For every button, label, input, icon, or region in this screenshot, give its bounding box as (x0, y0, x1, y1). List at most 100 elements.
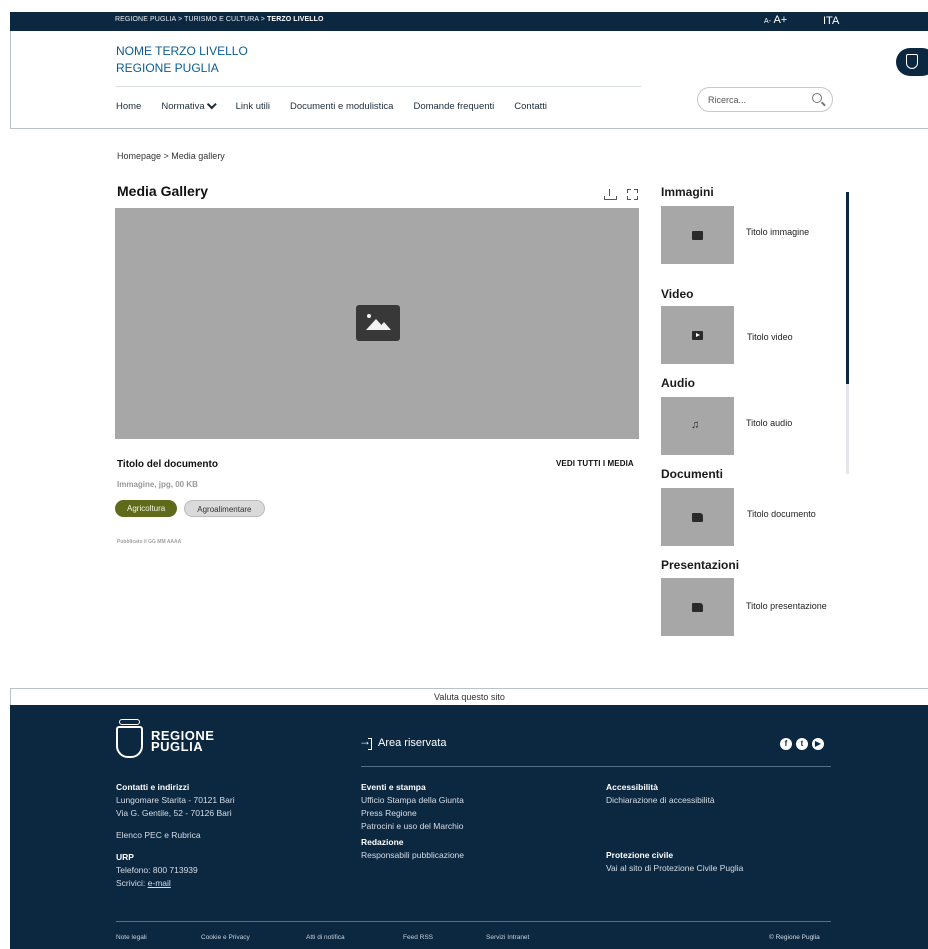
thumb-document[interactable] (661, 488, 734, 546)
legal-notes-link[interactable]: Note legali (116, 934, 147, 941)
footer-accessibility: Accessibilità Dichiarazione di accessibi… (606, 781, 743, 875)
tag-agroalimentare[interactable]: Agroalimentare (184, 500, 265, 517)
thumb-video[interactable] (661, 306, 734, 364)
font-decrease-button[interactable]: A- (764, 18, 771, 25)
thumb-image-label[interactable]: Titolo immagine (746, 227, 809, 237)
language-selector[interactable]: ITA (823, 15, 839, 27)
facebook-icon[interactable]: f (780, 738, 792, 750)
civil-protection-heading: Protezione civile (606, 850, 674, 860)
document-title: Titolo del documento (117, 459, 218, 470)
thumb-audio-label[interactable]: Titolo audio (746, 418, 792, 428)
site-name[interactable]: NOME TERZO LIVELLO REGIONE PUGLIA (116, 43, 248, 77)
address-line1: Lungomare Starita - 70121 Bari (116, 795, 235, 805)
site-name-line1: NOME TERZO LIVELLO (116, 44, 248, 58)
logo-text: REGIONE PUGLIA (151, 729, 214, 753)
urp-phone: Telefono: 800 713939 (116, 865, 198, 875)
tag-list: Agricoltura Agroalimentare (115, 500, 265, 517)
notification-acts-link[interactable]: Atti di notifica (306, 934, 345, 941)
shield-icon (116, 726, 143, 758)
site-header: NOME TERZO LIVELLO REGIONE PUGLIA Home N… (10, 31, 928, 129)
play-icon (692, 331, 703, 340)
fullscreen-icon[interactable] (627, 189, 638, 200)
accessibility-heading: Accessibilità (606, 782, 658, 792)
footer-contacts: Contatti e indirizzi Lungomare Starita -… (116, 781, 235, 890)
header-divider (116, 86, 641, 87)
chevron-down-icon (206, 99, 217, 110)
document-meta: Immagine, jpg, 00 KB (117, 480, 198, 489)
search-input[interactable]: Ricerca... (697, 87, 833, 112)
reserved-area-label: Area riservata (378, 737, 447, 749)
copyright: © Regione Puglia (769, 934, 820, 941)
document-icon (692, 513, 703, 522)
events-link-press-office[interactable]: Ufficio Stampa della Giunta (361, 794, 464, 807)
scrollbar-thumb[interactable] (846, 192, 849, 384)
email-link[interactable]: e-mail (148, 878, 171, 888)
image-placeholder-icon (356, 305, 400, 341)
thumb-document-label[interactable]: Titolo documento (747, 509, 816, 519)
nav-contatti[interactable]: Contatti (514, 101, 547, 112)
rss-feed-link[interactable]: Feed RSS (403, 934, 433, 941)
nav-normativa-label: Normativa (161, 101, 205, 112)
footer-events: Eventi e stampa Ufficio Stampa della Giu… (361, 781, 464, 862)
footer-divider (361, 766, 831, 767)
footer-bottom-divider (116, 921, 831, 922)
events-link-press[interactable]: Press Regione (361, 807, 464, 820)
nav-home[interactable]: Home (116, 101, 141, 112)
top-bar: REGIONE PUGLIA > TURISMO E CULTURA > TER… (10, 12, 928, 31)
nav-normativa[interactable]: Normativa (161, 99, 217, 112)
thumb-presentation-label[interactable]: Titolo presentazione (746, 601, 827, 611)
youtube-icon[interactable]: ▶ (812, 738, 824, 750)
main-nav: Home Normativa Link utili Documenti e mo… (116, 99, 567, 112)
civil-protection-link[interactable]: Vai al sito di Protezione Civile Puglia (606, 862, 743, 875)
main-media-viewer[interactable] (115, 208, 639, 439)
events-heading: Eventi e stampa (361, 782, 426, 792)
address-line2: Via G. Gentile, 52 - 70126 Bari (116, 808, 232, 818)
section-heading-video: Video (661, 287, 694, 301)
thumb-presentation[interactable] (661, 578, 734, 636)
nav-documenti[interactable]: Documenti e modulistica (290, 101, 394, 112)
pec-link[interactable]: Elenco PEC e Rubrica (116, 829, 235, 842)
page-title: Media Gallery (117, 183, 209, 199)
crest-icon (906, 54, 918, 69)
twitter-icon[interactable]: t (796, 738, 808, 750)
crown-icon (119, 719, 140, 725)
search-placeholder: Ricerca... (708, 95, 747, 105)
tag-agricoltura[interactable]: Agricoltura (115, 500, 178, 517)
editorial-heading: Redazione (361, 837, 404, 847)
music-note-icon (691, 419, 703, 431)
search-icon[interactable] (812, 93, 822, 103)
nav-link-utili[interactable]: Link utili (236, 101, 270, 112)
font-size-controls: A- A+ (764, 14, 787, 26)
footer: REGIONE PUGLIA Area riservata f t ▶ Cont… (10, 705, 928, 949)
top-breadcrumb-current: TERZO LIVELLO (267, 16, 324, 23)
font-increase-button[interactable]: A+ (773, 14, 787, 26)
rate-site-bar[interactable]: Valuta questo sito (10, 688, 928, 705)
thumb-audio[interactable] (661, 397, 734, 455)
events-link-patronage[interactable]: Patrocini e uso del Marchio (361, 820, 464, 833)
intranet-link[interactable]: Servizi Intranet (486, 934, 529, 941)
accessibility-badge[interactable] (896, 48, 928, 76)
side-scrollbar[interactable] (846, 192, 849, 474)
download-icon[interactable] (604, 189, 617, 200)
thumb-video-label[interactable]: Titolo video (747, 332, 793, 342)
site-name-line2: REGIONE PUGLIA (116, 61, 219, 75)
cookie-privacy-link[interactable]: Cookie e Privacy (201, 934, 250, 941)
login-icon (359, 734, 372, 750)
accessibility-link[interactable]: Dichiarazione di accessibilità (606, 794, 743, 807)
breadcrumb[interactable]: Homepage > Media gallery (117, 151, 225, 161)
urp-heading: URP (116, 852, 134, 862)
see-all-media-link[interactable]: VEDI TUTTI I MEDIA (556, 459, 634, 468)
reserved-area-link[interactable]: Area riservata (359, 734, 447, 750)
social-links: f t ▶ (780, 738, 824, 750)
editorial-link[interactable]: Responsabili pubblicazione (361, 849, 464, 862)
top-breadcrumb-path[interactable]: REGIONE PUGLIA > TURISMO E CULTURA > (115, 16, 267, 23)
image-icon (692, 231, 703, 240)
nav-faq[interactable]: Domande frequenti (413, 101, 494, 112)
section-heading-documents: Documenti (661, 467, 724, 481)
thumb-image[interactable] (661, 206, 734, 264)
write-us-label: Scrivici: (116, 878, 148, 888)
section-heading-presentations: Presentazioni (661, 558, 740, 572)
section-heading-images: Immagini (661, 185, 714, 199)
contacts-heading: Contatti e indirizzi (116, 782, 190, 792)
section-heading-audio: Audio (661, 376, 695, 390)
